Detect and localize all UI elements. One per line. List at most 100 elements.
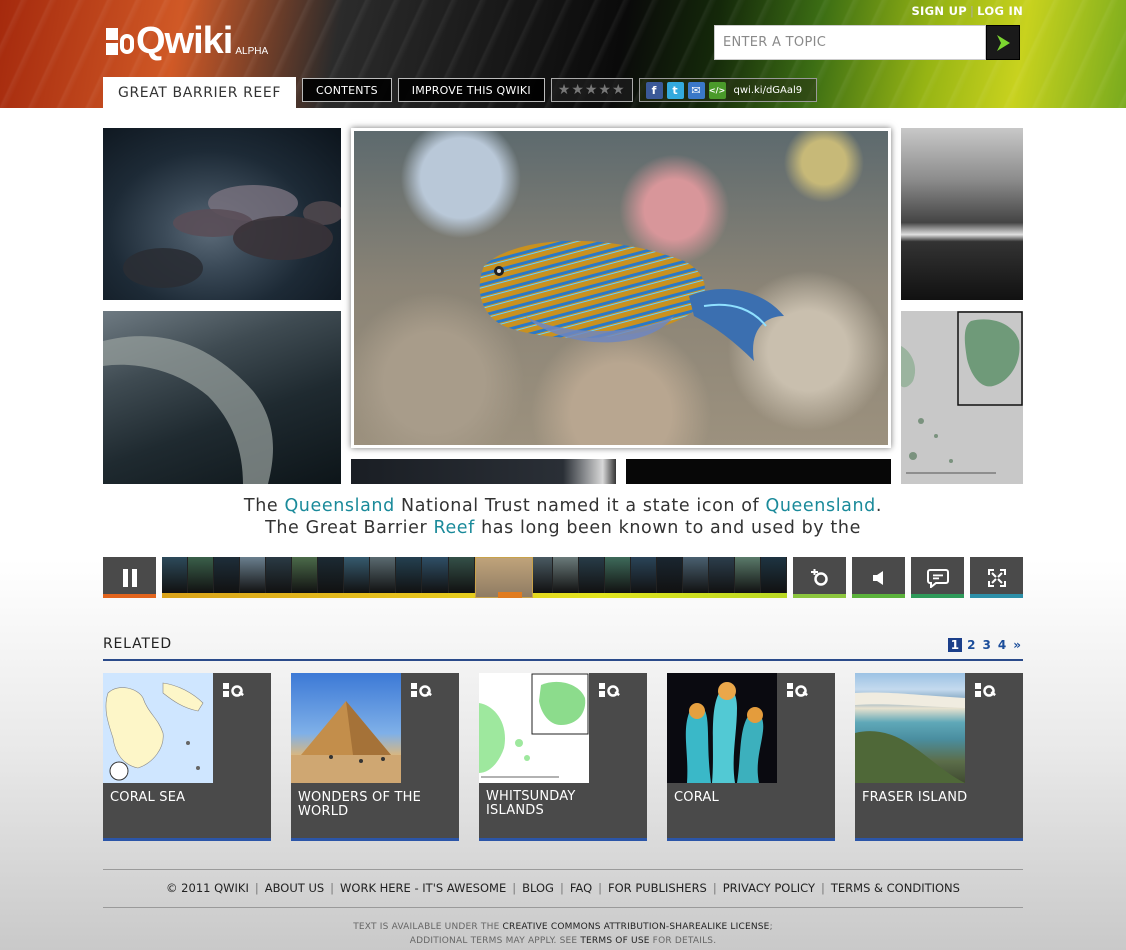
- reef-underwater-image[interactable]: [103, 128, 341, 300]
- logo-text: Qwiki: [136, 20, 233, 62]
- auth-separator: |: [969, 4, 975, 18]
- faq-link[interactable]: FAQ: [570, 881, 592, 895]
- next-page-link[interactable]: »: [1011, 638, 1023, 652]
- page-3-link[interactable]: 3: [981, 638, 993, 652]
- pause-button[interactable]: [103, 557, 156, 598]
- short-url[interactable]: qwi.ki/dGAal9: [734, 85, 803, 96]
- thumbnail-strip-2[interactable]: [626, 459, 891, 484]
- timeline-frame[interactable]: [735, 557, 762, 593]
- timeline-frame[interactable]: [604, 557, 631, 593]
- related-card-coral[interactable]: CORAL: [667, 673, 835, 841]
- page-1-link[interactable]: 1: [947, 638, 963, 652]
- pyramid-thumbnail: [291, 673, 401, 783]
- timeline-frame[interactable]: [448, 557, 475, 593]
- timeline-frame[interactable]: [422, 557, 449, 593]
- facebook-icon[interactable]: f: [645, 81, 663, 99]
- timeline-frame[interactable]: [761, 557, 787, 593]
- timeline-frame[interactable]: [708, 557, 736, 593]
- qwiki-logo[interactable]: Qwiki ALPHA: [106, 20, 268, 60]
- search-input[interactable]: [714, 25, 986, 60]
- reef-aerial-image[interactable]: [103, 311, 341, 484]
- timeline-frame[interactable]: [292, 557, 319, 593]
- embed-icon[interactable]: </>: [708, 81, 726, 99]
- fraser-island-thumbnail: [855, 673, 965, 783]
- timeline-frame[interactable]: [188, 557, 215, 593]
- whitsunday-map-thumbnail: [479, 673, 589, 783]
- search-box: [714, 25, 1020, 60]
- timeline-frame[interactable]: [266, 557, 293, 593]
- timeline-frame[interactable]: [552, 557, 579, 593]
- caption-link-queensland[interactable]: Queensland: [284, 496, 394, 516]
- related-card-fraser-island[interactable]: FRASER ISLAND: [855, 673, 1023, 841]
- terms-conditions-link[interactable]: TERMS & CONDITIONS: [831, 881, 960, 895]
- separator: |: [512, 881, 517, 895]
- cc-license-link[interactable]: CREATIVE COMMONS ATTRIBUTION-SHAREALIKE …: [503, 922, 770, 932]
- page-4-link[interactable]: 4: [996, 638, 1008, 652]
- australia-map-image[interactable]: [901, 311, 1023, 484]
- license-text: TEXT IS AVAILABLE UNDER THE: [353, 922, 503, 932]
- email-icon[interactable]: ✉: [687, 81, 705, 99]
- caption-line-2: The Great Barrier Reef has long been kno…: [103, 517, 1023, 539]
- beach-bw-image[interactable]: [901, 128, 1023, 300]
- log-in-link[interactable]: LOG IN: [977, 4, 1023, 18]
- timeline-frame[interactable]: [240, 557, 267, 593]
- caption-text: The: [243, 496, 285, 516]
- sign-up-link[interactable]: SIGN UP: [911, 4, 967, 18]
- contents-button[interactable]: CONTENTS: [301, 78, 392, 102]
- timeline-frame[interactable]: [162, 557, 189, 593]
- footer-divider-bottom: [103, 907, 1023, 908]
- timeline-frame[interactable]: [656, 557, 683, 593]
- header: Qwiki ALPHA SIGN UP|LOG IN GREAT BARRIER…: [0, 0, 1126, 108]
- improve-button[interactable]: IMPROVE THIS QWIKI: [397, 78, 545, 102]
- coral-graphic: [685, 682, 764, 783]
- caption-link-queensland[interactable]: Queensland: [765, 496, 875, 516]
- timeline-frame[interactable]: [682, 557, 709, 593]
- narration-caption: The Queensland National Trust named it a…: [103, 495, 1023, 539]
- search-button[interactable]: [986, 25, 1020, 60]
- blog-link[interactable]: BLOG: [522, 881, 554, 895]
- license-text: ADDITIONAL TERMS MAY APPLY. SEE: [409, 936, 581, 946]
- twitter-icon[interactable]: t: [666, 81, 684, 99]
- captions-button[interactable]: [911, 557, 964, 598]
- caption-link-reef[interactable]: Reef: [433, 518, 474, 538]
- license-line-1: TEXT IS AVAILABLE UNDER THE CREATIVE COM…: [103, 920, 1023, 934]
- related-card-wonders-of-the-world[interactable]: WONDERS OF THE WORLD: [291, 673, 459, 841]
- qwiki-q-icon: [975, 683, 996, 697]
- timeline-scrubber[interactable]: [162, 557, 787, 598]
- privacy-policy-link[interactable]: PRIVACY POLICY: [723, 881, 815, 895]
- share-bar: f t ✉ </> qwi.ki/dGAal9: [638, 78, 818, 102]
- fullscreen-button[interactable]: [970, 557, 1023, 598]
- caption-text: .: [875, 496, 883, 516]
- map-shape: [901, 311, 1023, 474]
- timeline-playhead[interactable]: [498, 592, 522, 598]
- related-card-label: WONDERS OF THE WORLD: [298, 790, 422, 819]
- thumbnail-strip-1[interactable]: [351, 459, 616, 484]
- about-us-link[interactable]: ABOUT US: [265, 881, 324, 895]
- separator: |: [598, 881, 602, 895]
- speech-bubble-icon: [926, 568, 949, 588]
- related-card-coral-sea[interactable]: CORAL SEA: [103, 673, 271, 841]
- topic-tab[interactable]: GREAT BARRIER REEF: [103, 77, 296, 108]
- timeline-frame[interactable]: [578, 557, 605, 593]
- timeline-frame[interactable]: [214, 557, 241, 593]
- main-reef-fish-image[interactable]: [351, 128, 891, 448]
- page-2-link[interactable]: 2: [965, 638, 977, 652]
- add-qwiki-button[interactable]: [793, 557, 846, 598]
- for-publishers-link[interactable]: FOR PUBLISHERS: [608, 881, 707, 895]
- timeline-frame[interactable]: [344, 557, 371, 593]
- star-rating[interactable]: ★★★★★: [550, 78, 633, 102]
- caption-text: National Trust named it a state icon of: [394, 496, 766, 516]
- work-here-link[interactable]: WORK HERE - IT'S AWESOME: [340, 881, 506, 895]
- timeline-frame[interactable]: [318, 557, 345, 593]
- related-card-whitsunday-islands[interactable]: WHITSUNDAY ISLANDS: [479, 673, 647, 841]
- timeline-frame[interactable]: [396, 557, 423, 593]
- footer-divider-top: [103, 869, 1023, 870]
- license-text: ;: [769, 922, 773, 932]
- terms-of-use-link[interactable]: TERMS OF USE: [580, 936, 649, 946]
- volume-button[interactable]: [852, 557, 905, 598]
- timeline-frame[interactable]: [370, 557, 397, 593]
- timeline-frame[interactable]: [630, 557, 657, 593]
- separator: |: [254, 881, 259, 895]
- qwiki-q-icon: [223, 683, 244, 697]
- related-divider: [103, 659, 1023, 661]
